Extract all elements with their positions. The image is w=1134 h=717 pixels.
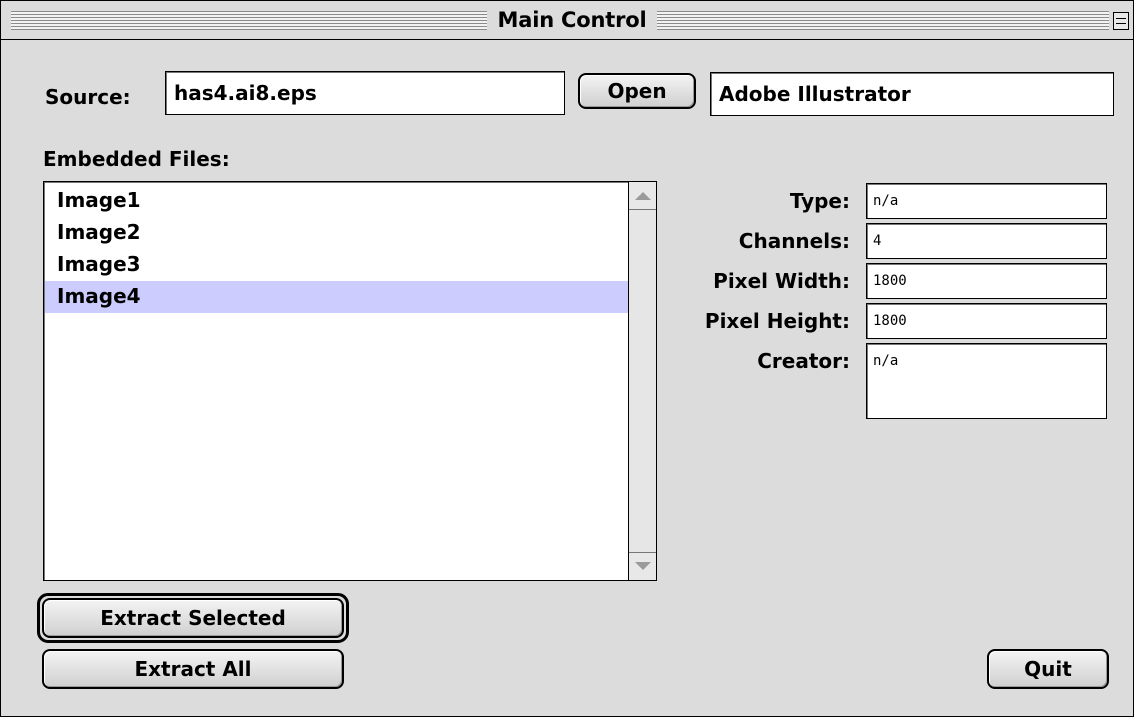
list-item[interactable]: Image2 xyxy=(45,217,629,249)
list-item-selected[interactable]: Image4 xyxy=(45,281,629,313)
window-title: Main Control xyxy=(487,7,657,33)
embedded-files-label: Embedded Files: xyxy=(43,147,230,171)
list-scrollbar[interactable] xyxy=(628,182,656,580)
source-label: Source: xyxy=(45,85,131,109)
extract-all-button[interactable]: Extract All xyxy=(42,649,344,689)
open-button[interactable]: Open xyxy=(578,73,696,109)
pixel-height-field: 1800 xyxy=(866,303,1107,339)
format-field: Adobe Illustrator xyxy=(710,72,1114,116)
creator-label: Creator: xyxy=(757,349,850,373)
pixel-width-label: Pixel Width: xyxy=(713,269,850,293)
embedded-files-items: Image1 Image2 Image3 Image4 xyxy=(45,185,629,313)
title-bar[interactable]: Main Control xyxy=(1,1,1133,40)
quit-button[interactable]: Quit xyxy=(987,649,1109,689)
title-bar-stripes-right xyxy=(657,11,1109,30)
creator-field: n/a xyxy=(866,343,1107,419)
list-item[interactable]: Image1 xyxy=(45,185,629,217)
type-label: Type: xyxy=(789,189,850,213)
list-item[interactable]: Image3 xyxy=(45,249,629,281)
pixel-height-label: Pixel Height: xyxy=(704,309,850,333)
title-bar-stripes-left xyxy=(11,11,487,30)
embedded-files-list[interactable]: Image1 Image2 Image3 Image4 xyxy=(43,181,657,581)
type-field: n/a xyxy=(866,183,1107,219)
scroll-up-arrow-icon[interactable] xyxy=(629,182,656,210)
pixel-width-field: 1800 xyxy=(866,263,1107,299)
window-collapse-box-icon[interactable] xyxy=(1113,12,1129,30)
channels-label: Channels: xyxy=(738,229,850,253)
source-field[interactable]: has4.ai8.eps xyxy=(165,71,565,115)
main-control-window: Main Control Source: has4.ai8.eps Open A… xyxy=(0,0,1134,717)
scroll-down-arrow-icon[interactable] xyxy=(629,552,656,580)
channels-field: 4 xyxy=(866,223,1107,259)
extract-selected-button[interactable]: Extract Selected xyxy=(42,598,344,638)
